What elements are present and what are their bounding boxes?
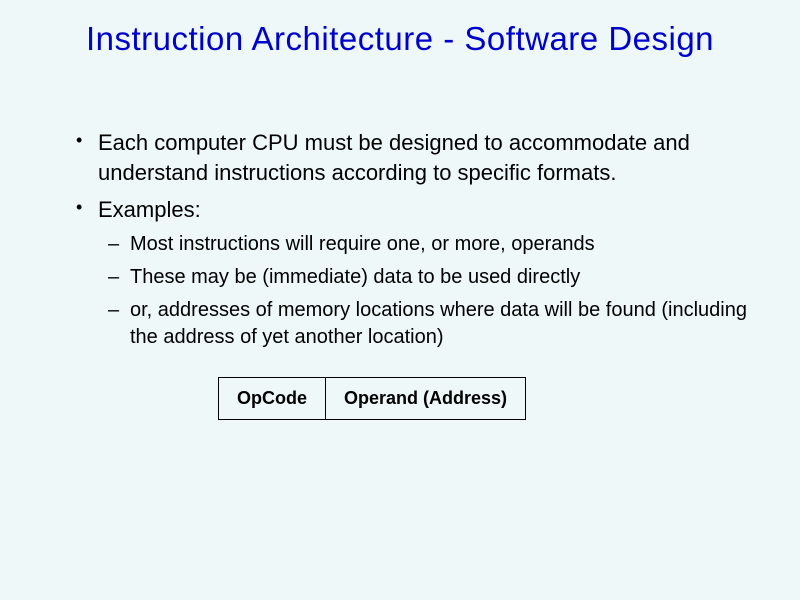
operand-cell: Operand (Address)	[325, 377, 526, 420]
opcode-cell: OpCode	[218, 377, 325, 420]
bullet-text: Examples:	[98, 197, 201, 222]
bullet-item: Each computer CPU must be designed to ac…	[68, 128, 770, 187]
slide-container: Instruction Architecture - Software Desi…	[0, 0, 800, 600]
sub-bullet-item: or, addresses of memory locations where …	[98, 297, 770, 351]
bullet-item: Examples: Most instructions will require…	[68, 195, 770, 351]
sub-bullet-text: These may be (immediate) data to be used…	[130, 266, 580, 288]
bullet-text: Each computer CPU must be designed to ac…	[98, 130, 690, 185]
instruction-format-diagram: OpCode Operand (Address)	[218, 377, 770, 420]
sub-bullet-list: Most instructions will require one, or m…	[98, 231, 770, 351]
content-area: Each computer CPU must be designed to ac…	[30, 128, 770, 420]
bullet-list: Each computer CPU must be designed to ac…	[68, 128, 770, 351]
sub-bullet-text: Most instructions will require one, or m…	[130, 233, 595, 255]
sub-bullet-text: or, addresses of memory locations where …	[130, 299, 747, 348]
sub-bullet-item: Most instructions will require one, or m…	[98, 231, 770, 258]
sub-bullet-item: These may be (immediate) data to be used…	[98, 264, 770, 291]
page-title: Instruction Architecture - Software Desi…	[30, 20, 770, 58]
